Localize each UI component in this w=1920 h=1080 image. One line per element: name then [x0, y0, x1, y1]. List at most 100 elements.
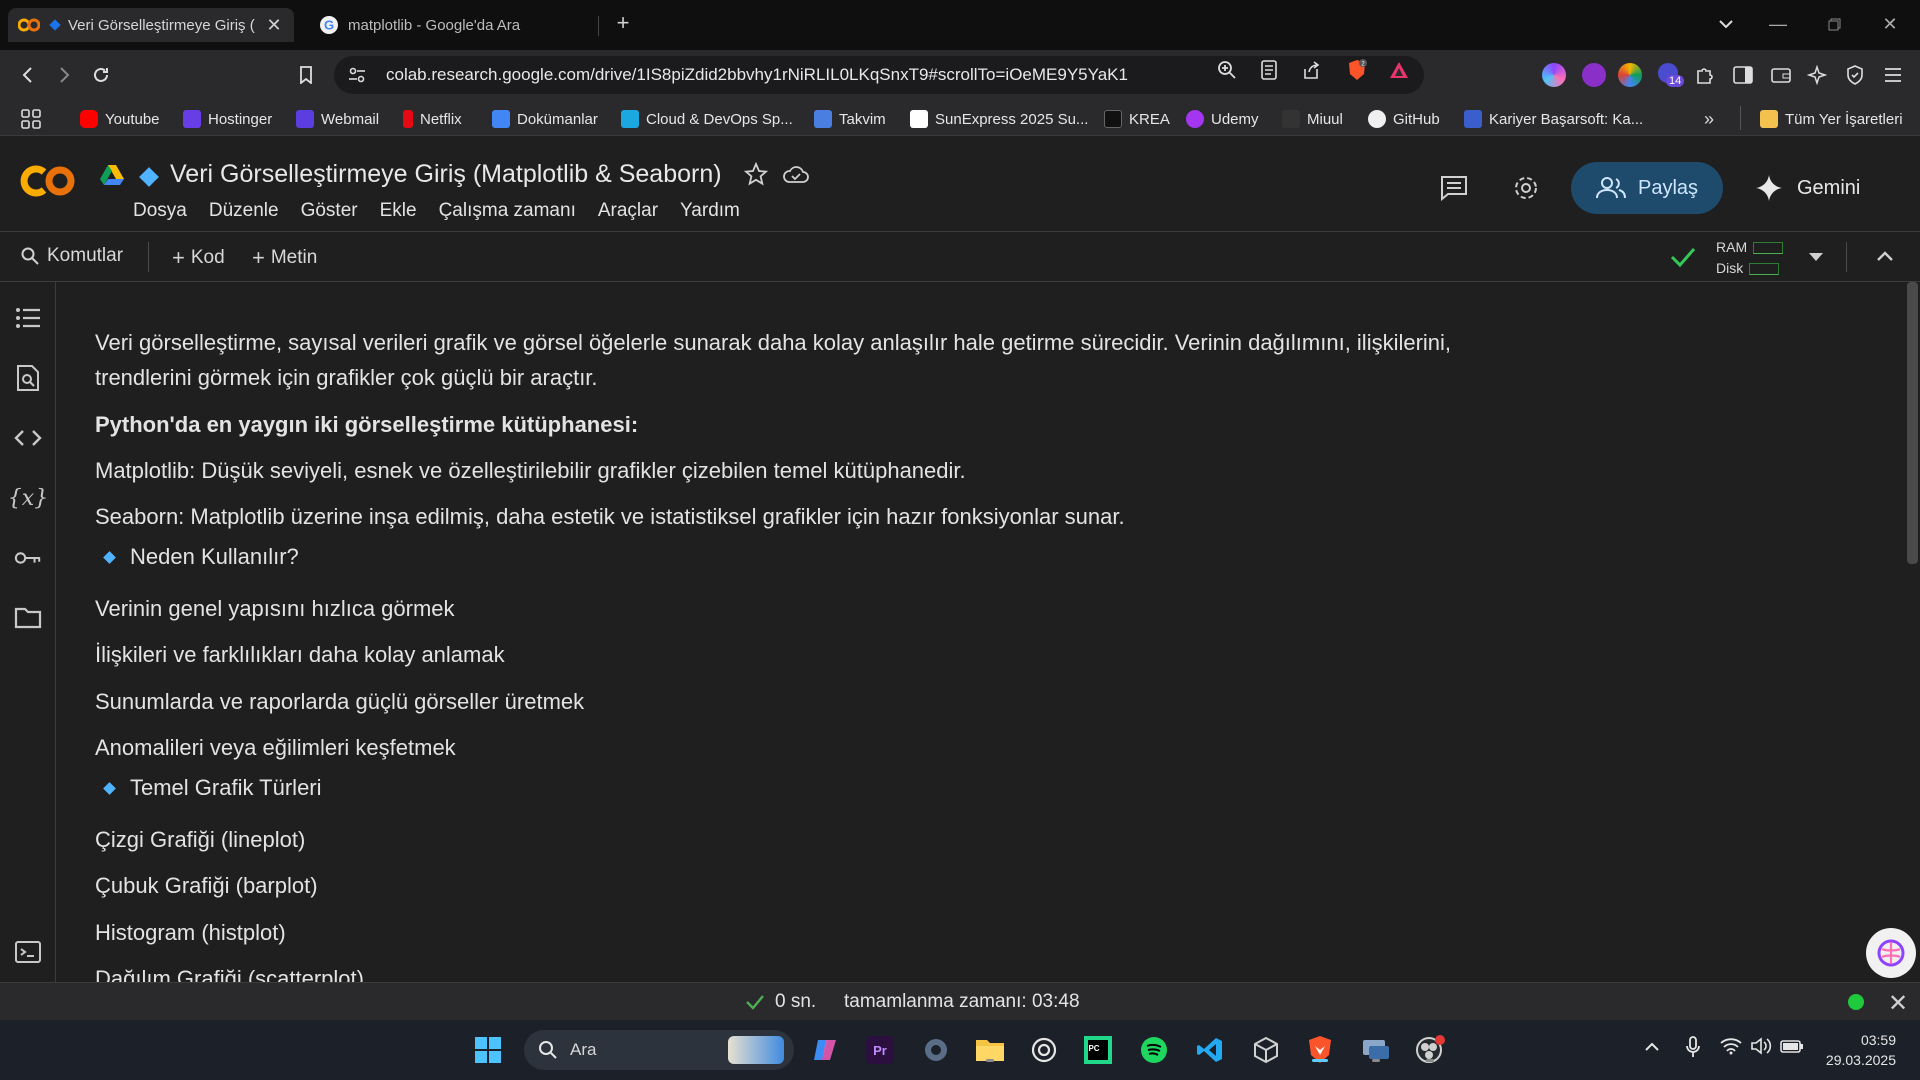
spotify-icon[interactable] — [1138, 1034, 1170, 1066]
menu-goster[interactable]: Göster — [301, 200, 358, 222]
bookmark-hostinger[interactable]: Hostinger — [183, 108, 272, 130]
bookmark-all[interactable]: Tüm Yer İşaretleri — [1760, 108, 1903, 130]
tab-google-search[interactable]: G matplotlib - Google'da Ara — [308, 8, 598, 42]
apps-grid-icon[interactable] — [20, 108, 42, 130]
sidebar-toggle-icon[interactable] — [1730, 62, 1756, 88]
menu-calisma-zamani[interactable]: Çalışma zamanı — [439, 200, 576, 222]
gemini-floating-button[interactable] — [1866, 928, 1916, 978]
extension-badge-icon[interactable]: 14 — [1658, 63, 1685, 87]
menu-araclar[interactable]: Araçlar — [598, 200, 658, 222]
notebook-title[interactable]: Veri Görselleştirmeye Giriş (Matplotlib … — [170, 160, 722, 189]
file-explorer-icon[interactable] — [974, 1034, 1006, 1066]
settings-gear-icon[interactable] — [1510, 172, 1542, 204]
code-snippets-icon[interactable] — [14, 424, 42, 452]
notebook-content[interactable]: Veri görselleştirme, sayısal verileri gr… — [57, 282, 1903, 982]
google-drive-icon[interactable] — [100, 164, 124, 186]
share-page-icon[interactable] — [1300, 59, 1322, 81]
cloud-saved-icon[interactable] — [780, 158, 812, 190]
new-tab-button[interactable]: + — [612, 12, 634, 34]
menu-ekle[interactable]: Ekle — [380, 200, 417, 222]
table-of-contents-icon[interactable] — [14, 304, 42, 332]
restore-button[interactable] — [1822, 12, 1846, 36]
reader-mode-icon[interactable] — [1258, 59, 1280, 81]
secrets-key-icon[interactable] — [14, 544, 42, 572]
variables-icon[interactable]: {𝑥} — [8, 484, 48, 512]
site-settings-icon[interactable] — [348, 67, 366, 83]
minimize-button[interactable]: — — [1766, 12, 1790, 36]
collapse-header-icon[interactable] — [1876, 250, 1894, 262]
bookmark-takvim[interactable]: Takvim — [814, 108, 886, 130]
browser-menu-icon[interactable] — [1880, 62, 1906, 88]
terminal-icon[interactable] — [14, 938, 42, 966]
wallet-icon[interactable] — [1768, 62, 1794, 88]
notebook-scrollbar[interactable] — [1905, 282, 1920, 982]
menu-yardim[interactable]: Yardım — [680, 200, 740, 222]
bookmark-sunexpress[interactable]: SunExpress 2025 Su... — [910, 108, 1088, 130]
remote-desktop-icon[interactable] — [1360, 1034, 1392, 1066]
commands-button[interactable]: Komutlar — [20, 245, 123, 267]
resource-monitor[interactable]: RAM Disk — [1716, 237, 1784, 279]
pycharm-icon[interactable]: PC — [1082, 1034, 1114, 1066]
add-code-button[interactable]: + Kod — [172, 245, 225, 271]
vpn-shield-icon[interactable] — [1842, 62, 1868, 88]
bookmark-miuul[interactable]: Miuul — [1282, 108, 1343, 130]
bookmark-netflix[interactable]: Netflix — [403, 108, 462, 130]
volume-icon[interactable] — [1750, 1037, 1772, 1055]
scrollbar-thumb[interactable] — [1907, 282, 1918, 564]
menu-dosya[interactable]: Dosya — [133, 200, 187, 222]
bookmark-webmail[interactable]: Webmail — [296, 108, 379, 130]
copilot-icon[interactable] — [810, 1034, 842, 1066]
brave-shields-icon[interactable]: 2 — [1346, 59, 1368, 81]
obs-studio-icon[interactable] — [1414, 1034, 1446, 1066]
bookmarks-overflow-icon[interactable]: » — [1704, 108, 1714, 130]
wifi-icon[interactable] — [1720, 1037, 1742, 1055]
svg-text:PC: PC — [1088, 1044, 1099, 1053]
colab-logo[interactable] — [20, 164, 78, 198]
bookmark-kariyer-basarsoft[interactable]: Kariyer Başarsoft: Ka... — [1464, 108, 1643, 130]
tab-close-icon[interactable]: ✕ — [264, 15, 284, 35]
premiere-pro-icon[interactable]: Pr — [864, 1034, 896, 1066]
brave-rewards-icon[interactable] — [1388, 59, 1410, 81]
close-window-button[interactable]: ✕ — [1878, 12, 1902, 36]
gemini-button[interactable]: Gemini — [1755, 166, 1860, 210]
bookmark-github[interactable]: GitHub — [1368, 108, 1440, 130]
system-clock[interactable]: 03:59 29.03.2025 — [1820, 1030, 1896, 1070]
bookmark-udemy[interactable]: Udemy — [1186, 108, 1259, 130]
reload-icon[interactable] — [88, 62, 114, 88]
chatgpt-icon[interactable] — [1028, 1034, 1060, 1066]
back-icon[interactable] — [14, 62, 40, 88]
runtime-dropdown-icon[interactable] — [1808, 252, 1824, 262]
tray-expand-icon[interactable] — [1644, 1040, 1660, 1052]
unity-icon[interactable] — [1250, 1034, 1282, 1066]
add-text-button[interactable]: + Metin — [252, 245, 317, 271]
bookmark-youtube[interactable]: Youtube — [80, 108, 160, 130]
vscode-icon[interactable] — [1194, 1034, 1226, 1066]
tab-colab[interactable]: Veri Görselleştirmeye Giriş ( ✕ — [8, 8, 294, 42]
battery-icon[interactable] — [1780, 1038, 1804, 1054]
forward-icon[interactable] — [52, 62, 78, 88]
find-replace-icon[interactable] — [14, 364, 42, 392]
extension-ai-icon[interactable] — [1542, 63, 1566, 87]
extension-color-icon[interactable] — [1618, 63, 1642, 87]
files-folder-icon[interactable] — [14, 604, 42, 632]
microphone-icon[interactable] — [1686, 1036, 1700, 1058]
leo-ai-icon[interactable] — [1804, 62, 1830, 88]
settings-app-icon[interactable] — [920, 1034, 952, 1066]
extension-lr-icon[interactable] — [1582, 63, 1606, 87]
bookmark-cloud-devops[interactable]: Cloud & DevOps Sp... — [621, 108, 793, 130]
extensions-puzzle-icon[interactable] — [1692, 62, 1718, 88]
taskbar-search[interactable]: Ara — [524, 1030, 794, 1070]
status-close-icon[interactable]: ✕ — [1888, 989, 1908, 1018]
menu-duzenle[interactable]: Düzenle — [209, 200, 279, 222]
comments-icon[interactable] — [1438, 172, 1470, 204]
star-icon[interactable] — [740, 158, 772, 190]
github-icon — [1368, 110, 1386, 128]
tab-search-chevron-icon[interactable] — [1714, 12, 1738, 36]
bookmark-page-icon[interactable] — [293, 62, 319, 88]
windows-start-icon[interactable] — [472, 1034, 504, 1066]
bookmark-krea[interactable]: KREA — [1104, 108, 1170, 130]
zoom-icon[interactable] — [1216, 59, 1238, 81]
share-button[interactable]: Paylaş — [1571, 162, 1723, 214]
bookmark-dokumanlar[interactable]: Dokümanlar — [492, 108, 598, 130]
brave-browser-icon[interactable] — [1304, 1034, 1336, 1066]
